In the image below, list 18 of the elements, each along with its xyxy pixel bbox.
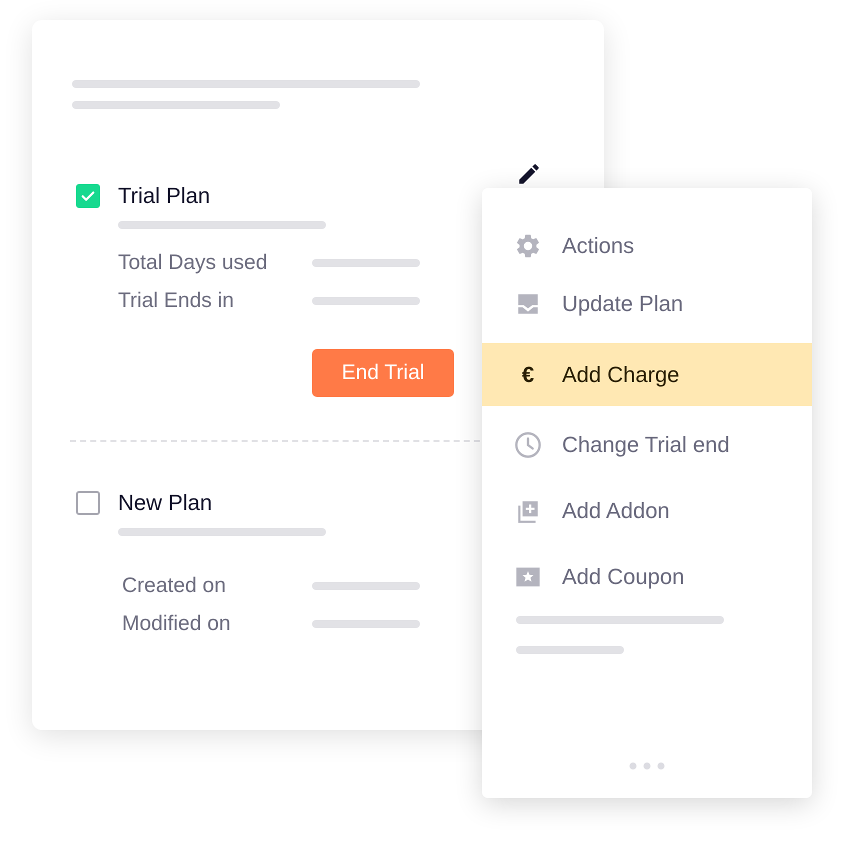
menu-item[interactable]: Add Coupon [482, 558, 812, 596]
menu-item[interactable]: € Add Charge [482, 343, 812, 406]
detail-label: Total Days used [118, 251, 268, 275]
detail-label: Created on [122, 574, 226, 598]
checkbox[interactable] [76, 491, 100, 515]
detail-label: Modified on [122, 612, 231, 636]
menu-item[interactable]: Add Addon [482, 492, 812, 530]
plan-title: Trial Plan [118, 183, 210, 209]
gear-icon [514, 232, 542, 260]
menu-item[interactable]: Update Plan [482, 285, 812, 323]
clock-icon [514, 431, 542, 459]
checkbox[interactable] [76, 184, 100, 208]
plan-title: New Plan [118, 490, 212, 516]
menu-item[interactable]: Actions [482, 227, 812, 265]
euro-icon: € [522, 362, 534, 388]
detail-label: Trial Ends in [118, 289, 234, 313]
more-icon[interactable] [629, 762, 665, 770]
menu-item[interactable]: Change Trial end [482, 426, 812, 464]
